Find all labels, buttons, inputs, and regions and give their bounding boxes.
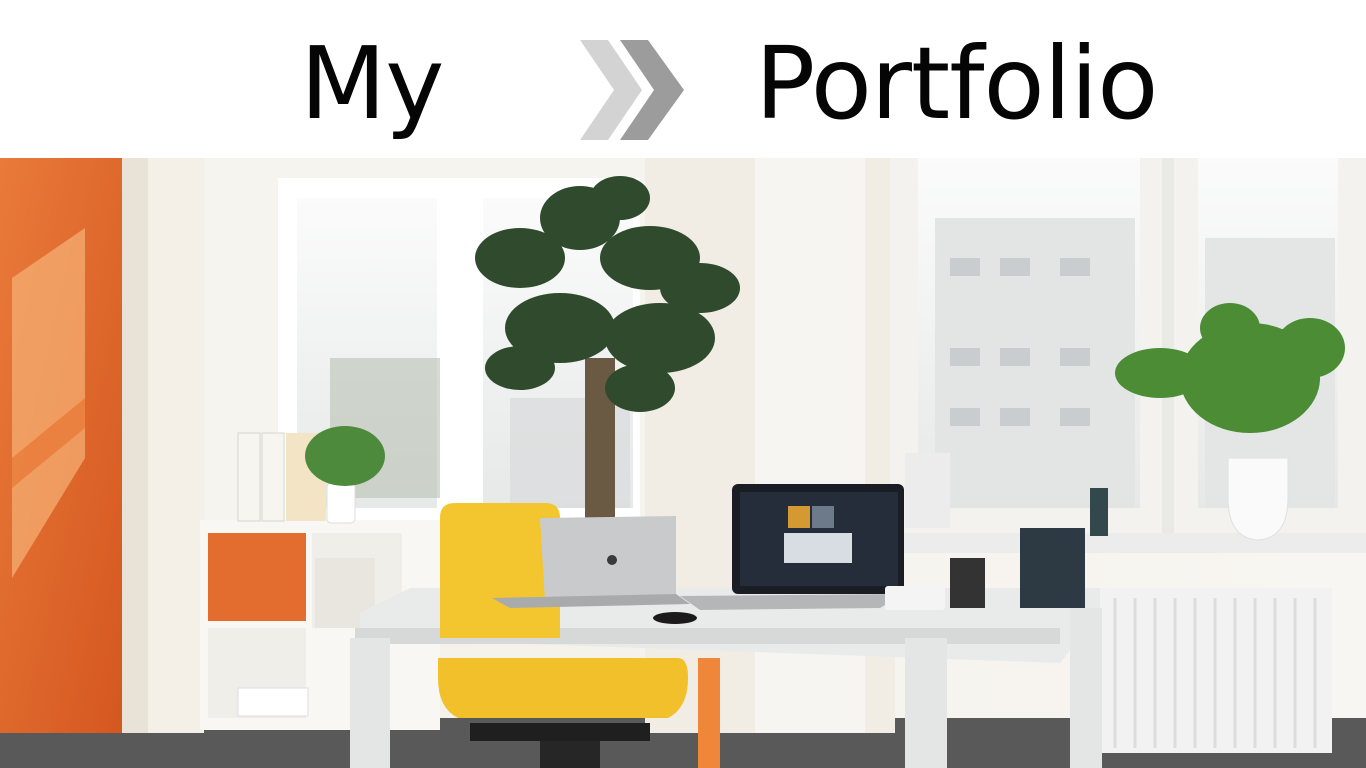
double-chevron-right-icon bbox=[580, 40, 684, 140]
title-first-word: My bbox=[300, 25, 444, 142]
office-workspace-photo bbox=[0, 158, 1366, 768]
portfolio-header: My Portfolio bbox=[0, 0, 1366, 158]
title-second-word: Portfolio bbox=[755, 25, 1158, 142]
